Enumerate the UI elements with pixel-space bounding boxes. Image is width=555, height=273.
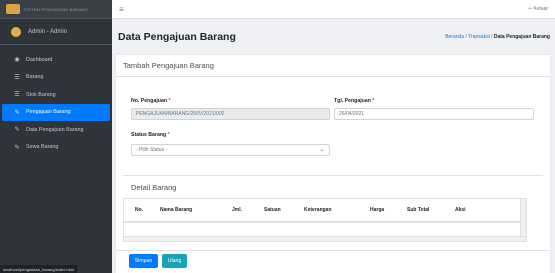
sidebar-item-sewa-barang[interactable]: ✎ Sewa Barang	[0, 139, 112, 157]
brand-logo	[6, 4, 20, 14]
col-header-nama-barang: Nama Barang	[160, 207, 193, 213]
list-icon: ☰	[14, 74, 20, 81]
sidebar-item-label: Barang	[26, 74, 44, 81]
breadcrumb: Beranda / Transaksi / Data Pengajuan Bar…	[445, 34, 550, 40]
col-header-satuan: Satuan	[264, 207, 281, 213]
col-header-no: No.	[135, 207, 144, 213]
sidebar-item-label: Dashboard	[26, 56, 53, 63]
logout-link[interactable]: ⇦ Keluar	[528, 6, 548, 12]
dashboard-icon: ◉	[14, 57, 20, 64]
divider	[116, 250, 550, 251]
user-avatar	[11, 26, 21, 37]
sidebar-item-label: Stok Barang	[26, 91, 56, 98]
save-button[interactable]: Simpan	[129, 254, 158, 268]
user-panel[interactable]: Admin - Admin	[0, 19, 112, 45]
sidebar: SISTEM PENGADAAN BARANG Admin - Admin ◉ …	[0, 0, 112, 273]
detail-table[interactable]: No. Nama Barang Jml. Satuan Keterangan H…	[123, 198, 527, 242]
col-header-jml: Jml.	[232, 207, 243, 213]
edit-icon: ✎	[14, 127, 20, 134]
col-header-harga: Harga	[370, 207, 385, 213]
breadcrumb-transaksi[interactable]: Transaksi	[468, 34, 490, 40]
status-url: localhost/pengadaan_barang/index.html	[0, 265, 77, 273]
divider	[123, 175, 543, 176]
card-title: Tambah Pengajuan Barang	[116, 55, 550, 77]
edit-icon: ✎	[14, 144, 20, 151]
form-card: Tambah Pengajuan Barang No. Pengajuan * …	[116, 55, 550, 273]
tgl-pengajuan-label: Tgl. Pengajuan *	[334, 98, 375, 104]
sidebar-item-stok-barang[interactable]: ☰ Stok Barang	[0, 86, 112, 104]
hamburger-menu-icon[interactable]: ≡	[119, 5, 124, 14]
no-pengajuan-field: PENGAJUAN/BARANG/26/IV/2021/002	[131, 108, 330, 120]
breadcrumb-current: Data Pengajuan Barang	[493, 34, 550, 40]
sidebar-item-pengajuan-barang[interactable]: ✎ Pengajuan Barang	[2, 103, 110, 121]
page-title: Data Pengajuan Barang	[118, 31, 236, 43]
reset-button[interactable]: Ulang	[162, 254, 187, 268]
sidebar-item-label: Data Pengajuan Barang	[26, 126, 84, 133]
sidebar-item-dashboard[interactable]: ◉ Dashboard	[0, 51, 112, 69]
sidebar-item-barang[interactable]: ☰ Barang	[0, 69, 112, 87]
breadcrumb-beranda[interactable]: Beranda	[445, 34, 464, 40]
brand-bar[interactable]: SISTEM PENGADAAN BARANG	[0, 0, 112, 19]
col-header-aksi: Aksi	[455, 207, 466, 213]
user-name: Admin - Admin	[28, 28, 68, 35]
edit-icon: ✎	[14, 109, 20, 116]
horizontal-scrollbar[interactable]	[124, 236, 526, 241]
list-icon: ☰	[14, 92, 20, 99]
col-header-sub-total: Sub Total	[407, 207, 430, 213]
sidebar-item-label: Sewa Barang	[26, 144, 59, 151]
col-header-keterangan: Keterangan	[304, 207, 332, 213]
detail-barang-title: Detail Barang	[131, 183, 177, 192]
tgl-pengajuan-input[interactable]: 26/04/2021	[334, 108, 534, 120]
brand-name: SISTEM PENGADAAN BARANG	[24, 6, 88, 12]
logout-label: Keluar	[533, 6, 548, 12]
sidebar-item-label: Pengajuan Barang	[26, 109, 71, 116]
status-barang-select[interactable]: - Pilih Status - ⌄	[131, 144, 330, 156]
sidebar-item-data-pengajuan-barang[interactable]: ✎ Data Pengajuan Barang	[0, 121, 112, 139]
status-barang-label: Status Barang *	[131, 132, 170, 138]
chevron-down-icon: ⌄	[319, 147, 324, 153]
sidebar-nav: ◉ Dashboard ☰ Barang ☰ Stok Barang ✎ Pen…	[0, 51, 112, 156]
no-pengajuan-label: No. Pengajuan *	[131, 98, 171, 104]
top-navbar: ≡ ⇦ Keluar	[112, 0, 555, 19]
content-header: Data Pengajuan Barang Beranda / Transaks…	[112, 19, 555, 55]
table-header-row: No. Nama Barang Jml. Satuan Keterangan H…	[124, 199, 526, 223]
